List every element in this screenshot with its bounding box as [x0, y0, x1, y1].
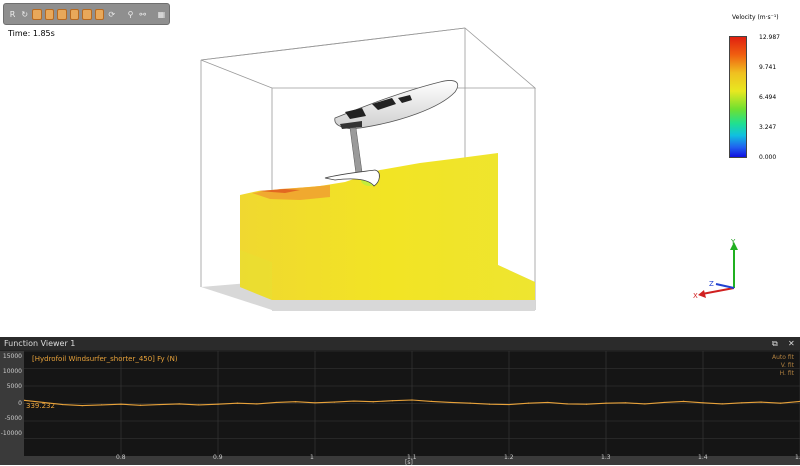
series-point — [780, 402, 782, 404]
x-tick-label: 0.8 — [116, 454, 126, 461]
series-point — [721, 403, 724, 405]
series-point — [159, 403, 161, 406]
x-tick-label: 1.3 — [601, 454, 611, 461]
legend-tick: 12.987 — [759, 34, 780, 41]
x-tick-label: 1 — [310, 454, 314, 461]
series-point — [217, 403, 219, 405]
series-point — [101, 404, 103, 406]
axis-z-label: Z — [709, 280, 714, 288]
series-point — [450, 401, 452, 404]
legend-tick: 9.741 — [759, 64, 777, 71]
series-point — [275, 401, 277, 404]
y-tick-label: -10000 — [0, 430, 22, 437]
axis-triad-gizmo: Y X Z — [693, 238, 738, 300]
series-point — [624, 402, 627, 404]
series-point — [372, 401, 374, 403]
series-point — [605, 402, 607, 404]
legend-tick: 3.247 — [759, 124, 777, 131]
function-viewer-header: Function Viewer 1 ⧉ ✕ — [0, 337, 800, 351]
series-point — [198, 404, 200, 406]
series-point — [508, 403, 510, 406]
series-point — [702, 402, 704, 404]
velocity-contour-plane — [240, 153, 535, 300]
series-title: [Hydrofoil Windsurfer_shorter_450] Fy (N… — [32, 355, 178, 363]
axis-y-label: Y — [730, 238, 736, 246]
series-point — [314, 402, 316, 404]
series-point — [178, 403, 180, 405]
y-tick-label: -5000 — [4, 415, 22, 422]
series-point — [81, 405, 83, 407]
y-tick-label: 0 — [18, 400, 22, 407]
velocity-color-scale — [729, 36, 747, 158]
series-point — [663, 401, 665, 404]
series-point — [430, 400, 432, 402]
legend-tick: 6.494 — [759, 94, 777, 101]
y-tick-label: 15000 — [2, 353, 22, 360]
cursor-readout: 339.232 — [26, 402, 55, 410]
function-plot-svg — [23, 350, 800, 456]
series-point — [489, 403, 491, 405]
v-fit-option[interactable]: V. fit — [781, 362, 794, 369]
y-tick-label: 5000 — [6, 383, 22, 390]
function-viewer-panel: Function Viewer 1 ⧉ ✕ 15000 10000 5000 0… — [0, 337, 800, 466]
series-point — [644, 403, 646, 405]
x-tick-label: 1.5 — [795, 454, 800, 461]
series-point — [295, 401, 297, 403]
series-point — [586, 403, 588, 405]
series-point — [120, 403, 122, 405]
series-point — [411, 399, 413, 401]
function-plot-area[interactable]: [Hydrofoil Windsurfer_shorter_450] Fy (N… — [23, 350, 800, 456]
x-tick-label: 1.2 — [504, 454, 514, 461]
series-point — [469, 402, 471, 404]
x-tick-label: 1.4 — [698, 454, 708, 461]
h-fit-option[interactable]: H. fit — [780, 370, 794, 377]
restore-window-icon[interactable]: ⧉ — [772, 339, 778, 349]
function-viewer-title: Function Viewer 1 — [4, 339, 76, 348]
y-tick-label: 10000 — [2, 368, 22, 375]
close-icon[interactable]: ✕ — [788, 339, 795, 348]
series-point — [566, 403, 568, 405]
auto-fit-option[interactable]: Auto fit — [772, 354, 794, 361]
axis-x-label: X — [693, 292, 698, 300]
series-point — [236, 402, 238, 404]
series-point — [62, 403, 64, 406]
series-point — [256, 403, 258, 405]
series-point — [139, 404, 141, 406]
series-point — [683, 400, 685, 402]
legend-tick: 0.000 — [759, 154, 777, 161]
viewport-3d[interactable] — [0, 0, 800, 337]
series-point — [527, 402, 529, 404]
x-tick-label: 0.9 — [213, 454, 223, 461]
legend-title: Velocity (m·s⁻¹) — [732, 14, 779, 21]
series-point — [547, 401, 549, 404]
series-point — [353, 400, 355, 402]
series-point — [741, 402, 743, 404]
series-point — [760, 401, 762, 403]
series-point — [333, 401, 335, 403]
series-point — [392, 400, 394, 402]
